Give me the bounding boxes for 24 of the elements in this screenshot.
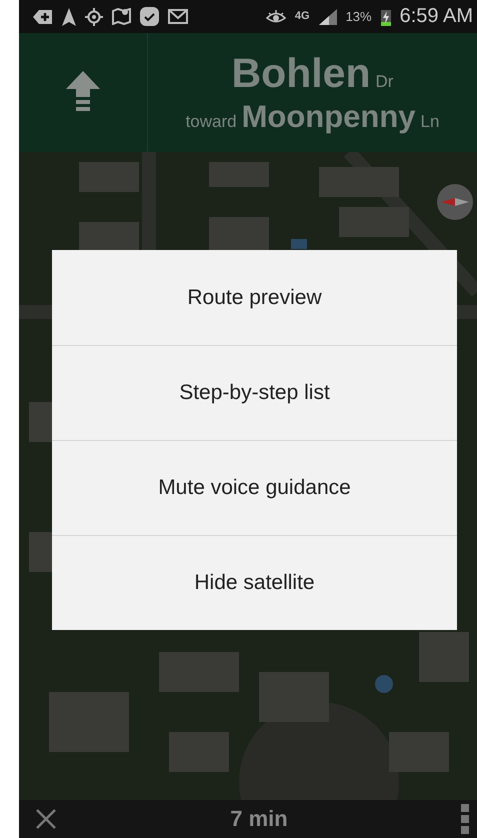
street-name: Bohlen bbox=[232, 50, 370, 97]
close-icon bbox=[35, 808, 57, 830]
network-type-label: 4G bbox=[294, 11, 310, 22]
location-target-icon bbox=[85, 8, 103, 26]
overflow-menu-button[interactable] bbox=[461, 804, 469, 834]
add-tag-icon bbox=[33, 8, 53, 24]
destination-street: Moonpenny bbox=[242, 99, 416, 135]
destination-suffix: Ln bbox=[420, 112, 440, 132]
compass-icon[interactable] bbox=[437, 184, 473, 220]
clock-time: 6:59 AM bbox=[400, 5, 473, 28]
menu-item[interactable]: Hide satellite bbox=[52, 535, 457, 630]
overflow-menu-icon bbox=[461, 804, 469, 834]
map-icon bbox=[112, 8, 131, 25]
eye-icon bbox=[266, 10, 286, 24]
navigation-arrow-icon bbox=[62, 8, 76, 26]
battery-charging-icon bbox=[380, 8, 391, 26]
signal-icon bbox=[318, 8, 337, 24]
battery-percent: 13% bbox=[346, 9, 372, 24]
mail-icon bbox=[168, 9, 188, 24]
street-suffix: Dr bbox=[375, 72, 394, 92]
eta-time: 7 min bbox=[229, 806, 289, 832]
chat-check-icon bbox=[140, 7, 159, 26]
close-button[interactable] bbox=[35, 808, 57, 830]
toward-label: toward bbox=[186, 112, 237, 132]
